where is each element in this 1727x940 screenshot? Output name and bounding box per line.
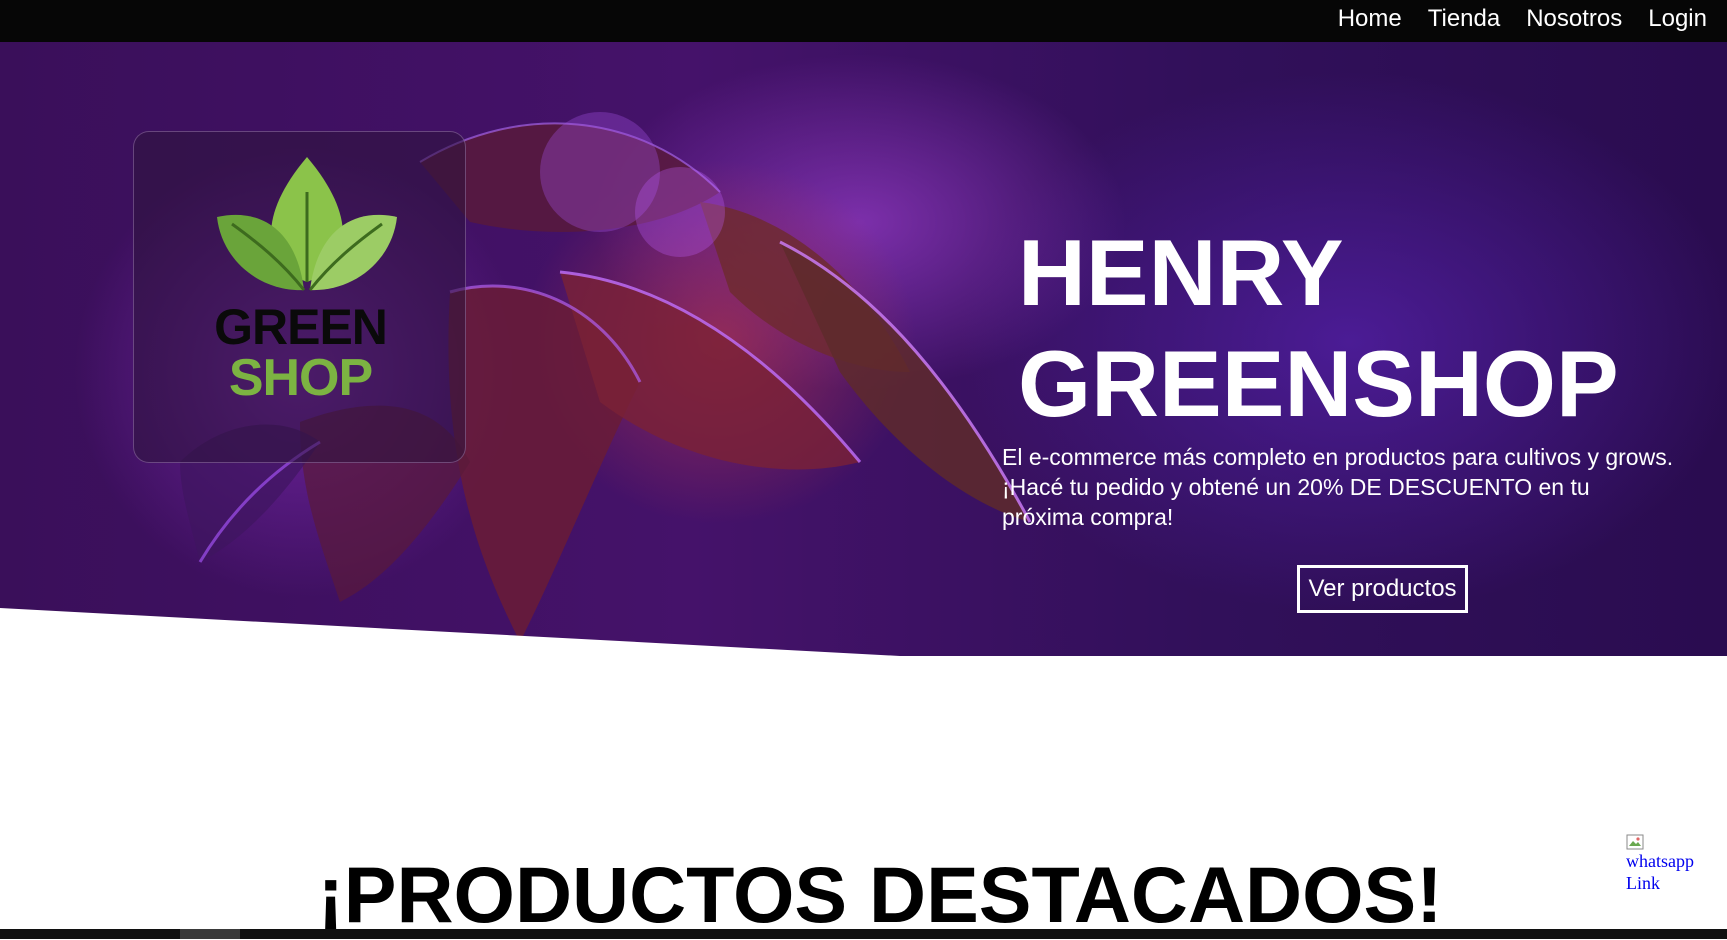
nav-login-link[interactable]: Login	[1648, 5, 1707, 33]
hero-title-line2: GREENSHOP	[1018, 331, 1619, 436]
hero-subtitle-line3: próxima compra!	[1002, 504, 1174, 530]
nav-nosotros-link[interactable]: Nosotros	[1526, 5, 1622, 33]
broken-image-icon	[1626, 834, 1644, 850]
top-navbar: Home Tienda Nosotros Login	[0, 0, 1727, 42]
whatsapp-alt-text: whatsapp Link	[1626, 851, 1694, 893]
leaves-logo-icon	[217, 157, 397, 291]
featured-products-title: ¡PRODUCTOS DESTACADOS!	[317, 850, 1443, 939]
hero-subtitle: El e-commerce más completo en productos …	[1002, 442, 1727, 532]
hero-title: HENRY GREENSHOP	[1018, 217, 1718, 439]
nav-links: Home Tienda Nosotros Login	[1338, 0, 1707, 38]
bottom-bar	[0, 929, 1727, 939]
hero-subtitle-line1: El e-commerce más completo en productos …	[1002, 444, 1674, 470]
hero-subtitle-line2: ¡Hacé tu pedido y obtené un 20% DE DESCU…	[1002, 474, 1590, 500]
greenshop-logo[interactable]: GREEN SHOP	[133, 131, 466, 463]
ver-productos-button[interactable]: Ver productos	[1297, 565, 1468, 613]
logo-word-green: GREEN	[214, 299, 388, 355]
nav-home-link[interactable]: Home	[1338, 5, 1402, 33]
hero-title-line1: HENRY	[1018, 220, 1344, 325]
whatsapp-link[interactable]: whatsapp Link	[1626, 834, 1716, 894]
nav-tienda-link[interactable]: Tienda	[1428, 5, 1501, 33]
bottom-bar-segment	[180, 929, 240, 939]
hero-banner: GREEN SHOP HENRY GREENSHOP El e-commerce…	[0, 42, 1727, 656]
logo-word-shop: SHOP	[228, 349, 373, 407]
